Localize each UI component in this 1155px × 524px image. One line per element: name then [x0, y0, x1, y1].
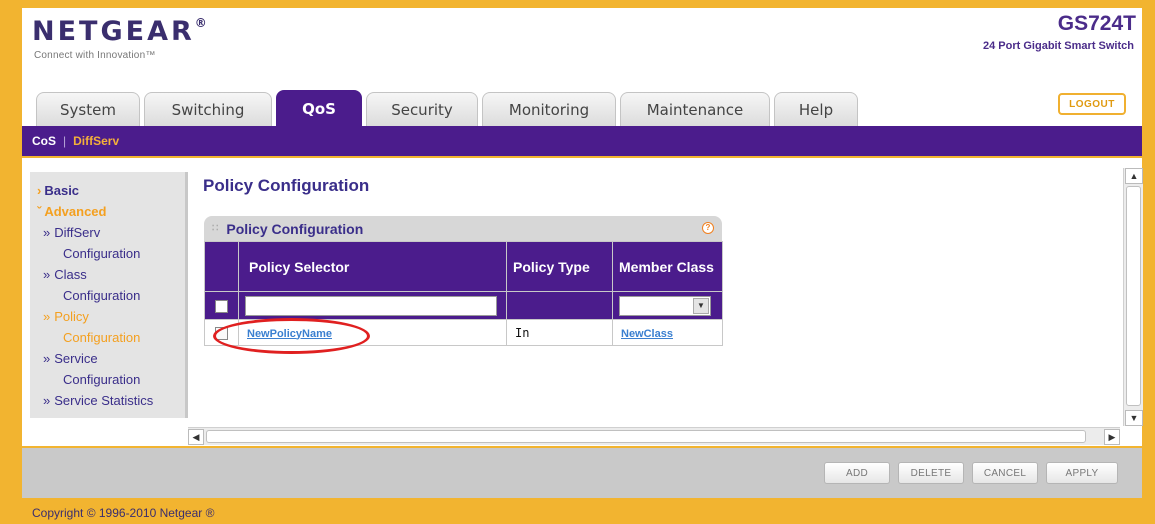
nav-class-configuration[interactable]: » Class Configuration [37, 264, 185, 306]
apply-button[interactable]: APPLY [1046, 462, 1118, 484]
panel-title: Policy Configuration [226, 220, 364, 237]
policy-type-input-cell [506, 291, 613, 320]
member-class-input-cell: ▼ [612, 291, 723, 320]
bullet-icon: » [43, 225, 51, 240]
member-class-link[interactable]: NewClass [621, 328, 673, 340]
nav-advanced[interactable]: ˇ Advanced [37, 201, 185, 222]
nav-item-label: Class [54, 267, 87, 282]
vertical-scroll-thumb[interactable] [1126, 186, 1141, 406]
table-header-row: Policy Selector Policy Type Member Class [204, 241, 723, 292]
nav-item-label: Policy [54, 309, 89, 324]
brand-name: NETGEAR [32, 16, 195, 47]
subnav-diffserv[interactable]: DiffServ [73, 134, 119, 148]
policy-selector-input[interactable] [245, 295, 497, 316]
bullet-icon: » [43, 267, 51, 282]
tab-system[interactable]: System [36, 92, 140, 126]
button-bar: ADD DELETE CANCEL APPLY [22, 448, 1142, 498]
question-icon[interactable]: ? [702, 222, 714, 234]
policy-selector-input-cell [238, 291, 507, 320]
logout-button[interactable]: LOGOUT [1058, 93, 1126, 115]
column-header-policy-type: Policy Type [506, 241, 613, 292]
bullet-icon: » [43, 351, 51, 366]
member-class-cell: NewClass [612, 319, 723, 346]
chevron-down-icon: ˇ [37, 204, 42, 219]
tab-security[interactable]: Security [366, 92, 478, 126]
table-input-row: ▼ [204, 291, 723, 320]
chevron-left-icon[interactable]: ◀ [188, 429, 204, 445]
tab-switching[interactable]: Switching [144, 92, 272, 126]
nav-advanced-label: Advanced [44, 204, 107, 219]
nav-diffserv-configuration[interactable]: » DiffServ Configuration [37, 222, 185, 264]
page-title: Policy Configuration [203, 176, 370, 195]
tab-maintenance[interactable]: Maintenance [620, 92, 770, 126]
chevron-down-icon[interactable]: ▼ [1125, 410, 1143, 426]
highlight-annotation [213, 318, 370, 354]
chevron-right-icon: › [37, 183, 42, 198]
column-header-member-class: Member Class [612, 241, 723, 292]
nav-item-label-line2: Configuration [63, 330, 141, 345]
footer-copyright: Copyright © 1996-2010 Netgear ® [32, 506, 215, 520]
nav-item-label-line2: Configuration [63, 288, 141, 303]
input-row-checkbox-cell [204, 291, 239, 320]
add-button[interactable]: ADD [824, 462, 890, 484]
panel-header: ∷ Policy Configuration ? [204, 216, 722, 241]
subnav-separator: | [63, 134, 67, 148]
nav-policy-configuration[interactable]: » Policy Configuration [37, 306, 185, 348]
horizontal-scroll-thumb[interactable] [206, 430, 1086, 443]
bullet-icon: » [43, 393, 51, 408]
content-area: › Basic ˇ Advanced » DiffServ Configuration … [22, 158, 1142, 446]
model-name: GS724T [1057, 12, 1136, 35]
chevron-right-icon[interactable]: ▶ [1104, 429, 1120, 445]
tab-qos[interactable]: QoS [276, 90, 362, 126]
chevron-up-icon[interactable]: ▲ [1125, 168, 1143, 184]
page-frame: NETGEAR® Connect with Innovation™ GS724T… [0, 0, 1155, 524]
nav-item-label-line2: Configuration [63, 372, 141, 387]
netgear-logo: NETGEAR® [32, 16, 210, 47]
vertical-scrollbar[interactable]: ▲ ▼ [1123, 168, 1143, 426]
brand-mark: ® [194, 16, 210, 30]
model-description: 24 Port Gigabit Smart Switch [983, 40, 1134, 52]
bullet-icon: » [43, 309, 51, 324]
nav-item-label: Service [54, 351, 98, 366]
nav-item-label: DiffServ [54, 225, 101, 240]
new-row-checkbox[interactable] [215, 300, 228, 314]
delete-button[interactable]: DELETE [898, 462, 964, 484]
header: NETGEAR® Connect with Innovation™ GS724T… [22, 8, 1142, 126]
left-navigation: › Basic ˇ Advanced » DiffServ Configuration … [30, 172, 188, 418]
drag-grip-icon: ∷ [212, 223, 219, 234]
horizontal-scrollbar[interactable]: ◀ ▶ [188, 427, 1120, 445]
tab-help[interactable]: Help [774, 92, 858, 126]
brand-tagline: Connect with Innovation™ [34, 50, 156, 61]
nav-item-label: Service Statistics [54, 393, 154, 408]
nav-basic[interactable]: › Basic [37, 180, 185, 201]
main-tabs: System Switching QoS Security Monitoring… [36, 90, 862, 126]
nav-service-statistics[interactable]: » Service Statistics [37, 390, 185, 411]
cancel-button[interactable]: CANCEL [972, 462, 1038, 484]
nav-service-configuration[interactable]: » Service Configuration [37, 348, 185, 390]
sub-navigation: CoS | DiffServ [22, 126, 1142, 156]
member-class-select[interactable]: ▼ [619, 295, 711, 316]
nav-item-label-line2: Configuration [63, 246, 141, 261]
select-all-header [204, 241, 239, 292]
nav-basic-label: Basic [44, 183, 80, 198]
chevron-down-icon: ▼ [693, 297, 709, 314]
column-header-policy-selector: Policy Selector [238, 241, 507, 292]
tab-monitoring[interactable]: Monitoring [482, 92, 616, 126]
subnav-cos[interactable]: CoS [32, 134, 56, 148]
policy-type-cell: In [506, 319, 613, 346]
